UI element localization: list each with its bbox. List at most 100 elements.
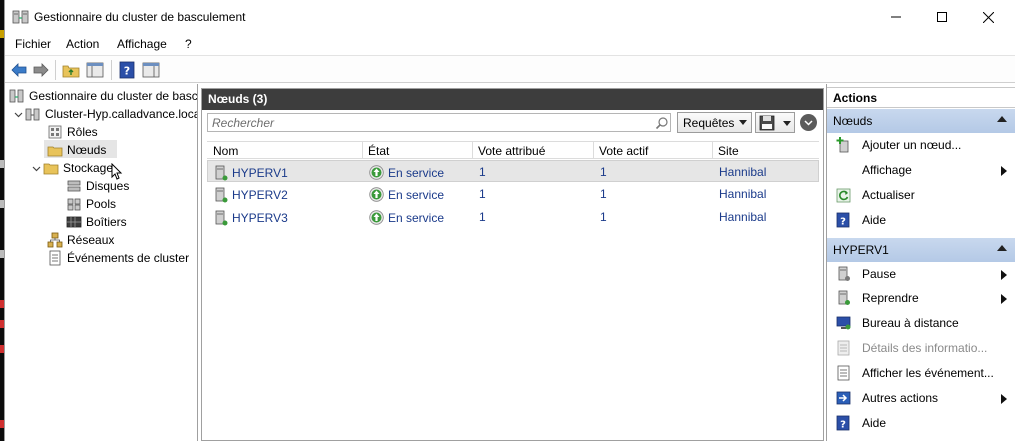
chevron-down-icon	[804, 120, 813, 126]
up-arrow-status-icon	[369, 187, 384, 202]
disks-icon	[67, 180, 81, 192]
queries-label: Requêtes	[683, 115, 735, 130]
column-header-nom[interactable]: Nom	[213, 144, 238, 158]
node-name-cell: HYPERV3	[214, 210, 288, 226]
tree-item-boitiers[interactable]: Boîtiers	[66, 213, 127, 231]
node-state-cell: En service	[369, 187, 444, 202]
show-hide-tree-icon[interactable]	[85, 60, 105, 80]
chevron-right-icon	[1001, 294, 1007, 304]
forward-arrow-icon[interactable]	[31, 60, 51, 80]
app-window: Gestionnaire du cluster de basculement F…	[4, 0, 1015, 441]
close-icon	[982, 11, 994, 23]
storage-folder-icon	[43, 163, 59, 175]
action-autres-actions[interactable]: Autres actions	[827, 386, 1015, 410]
cluster-icon	[25, 108, 40, 121]
tree-item-reseaux[interactable]: Réseaux	[47, 231, 114, 249]
tree-item-evenements[interactable]: Événements de cluster	[47, 249, 189, 267]
action-actualiser[interactable]: Actualiser	[827, 183, 1015, 207]
actions-title: Actions	[827, 87, 1015, 108]
expand-collapse-button[interactable]	[800, 114, 817, 131]
add-node-icon	[836, 137, 849, 153]
chevron-down-icon	[783, 121, 791, 126]
show-hide-action-pane-icon[interactable]	[141, 60, 161, 80]
action-ajouter-noeud[interactable]: Ajouter un nœud...	[827, 133, 1015, 157]
networks-icon	[47, 232, 63, 248]
column-header-site[interactable]: Site	[718, 144, 739, 158]
back-arrow-icon[interactable]	[9, 60, 29, 80]
tree-label: Réseaux	[67, 233, 115, 247]
column-header-etat[interactable]: État	[368, 144, 389, 158]
save-query-button[interactable]	[755, 112, 795, 133]
pane-title: Nœuds (3)	[202, 89, 823, 110]
help-icon: ?	[836, 415, 850, 431]
server-node-icon	[215, 210, 228, 226]
table-row[interactable]: HYPERV2 En service 1 1 Hannibal	[207, 183, 819, 205]
chevron-down-icon[interactable]	[11, 107, 25, 121]
search-box[interactable]	[207, 113, 671, 132]
action-pause[interactable]: Pause	[827, 262, 1015, 286]
menu-fichier[interactable]: Fichier	[15, 37, 51, 51]
tree-label: Cluster-Hyp.calladvance.local	[45, 107, 198, 121]
tree-label: Gestionnaire du cluster de basculement	[29, 89, 198, 103]
action-aide-node[interactable]: ? Aide	[827, 411, 1015, 435]
svg-text:?: ?	[840, 420, 846, 431]
server-node-icon	[215, 187, 228, 203]
table-row[interactable]: HYPERV1 En service 1 1 Hannibal	[207, 160, 819, 182]
vote-assigned-cell: 1	[479, 187, 486, 201]
tree-label: Nœuds	[67, 143, 107, 157]
maximize-button[interactable]	[919, 0, 965, 34]
tree-item-disques[interactable]: Disques	[66, 177, 129, 195]
window-title: Gestionnaire du cluster de basculement	[34, 10, 246, 24]
help-icon: ?	[836, 212, 850, 228]
collapse-up-icon[interactable]	[997, 245, 1007, 251]
menu-help[interactable]: ?	[185, 37, 192, 51]
search-icon[interactable]	[655, 116, 669, 130]
up-folder-icon[interactable]	[61, 60, 81, 80]
tree-item-noeuds[interactable]: Nœuds	[47, 141, 106, 159]
site-cell: Hannibal	[719, 165, 767, 179]
tree-label: Boîtiers	[86, 215, 127, 229]
events-log-icon	[837, 365, 850, 381]
tree-item-root[interactable]: Gestionnaire du cluster de basculement	[9, 87, 198, 105]
search-input[interactable]	[212, 116, 642, 130]
table-header: Nom État Vote attribué Vote actif Site	[207, 141, 819, 159]
tree-label: Rôles	[67, 125, 98, 139]
action-reprendre[interactable]: Reprendre	[827, 286, 1015, 310]
close-button[interactable]	[965, 0, 1011, 34]
cluster-manager-icon	[9, 89, 24, 103]
node-state-cell: En service	[369, 210, 444, 225]
actions-section-noeuds[interactable]: Nœuds	[827, 109, 1015, 133]
chevron-down-icon[interactable]	[29, 161, 43, 175]
tree-item-cluster[interactable]: Cluster-Hyp.calladvance.local	[11, 105, 198, 123]
column-header-vote-attribue[interactable]: Vote attribué	[478, 144, 545, 158]
up-arrow-status-icon	[369, 165, 384, 180]
action-afficher-evenements[interactable]: Afficher les événement...	[827, 361, 1015, 385]
vote-active-cell: 1	[600, 165, 607, 179]
nodes-icon	[47, 146, 63, 157]
actions-section-hyperv1[interactable]: HYPERV1	[827, 238, 1015, 262]
site-cell: Hannibal	[719, 210, 767, 224]
tree-item-roles[interactable]: Rôles	[47, 123, 98, 141]
tree-label: Stockage	[63, 161, 114, 175]
help-icon[interactable]: ?	[117, 60, 137, 80]
collapse-up-icon[interactable]	[997, 116, 1007, 122]
title-bar: Gestionnaire du cluster de basculement	[5, 0, 1015, 34]
minimize-button[interactable]	[873, 0, 919, 34]
cluster-manager-icon	[12, 10, 29, 24]
svg-text:?: ?	[124, 65, 130, 78]
action-affichage[interactable]: Affichage	[827, 158, 1015, 182]
action-aide[interactable]: ? Aide	[827, 208, 1015, 232]
column-header-vote-actif[interactable]: Vote actif	[599, 144, 648, 158]
tree-item-pools[interactable]: Pools	[66, 195, 116, 213]
queries-button[interactable]: Requêtes	[677, 112, 752, 133]
menu-action[interactable]: Action	[66, 37, 99, 51]
tree-item-stockage[interactable]: Stockage	[29, 159, 123, 180]
action-bureau-distance[interactable]: Bureau à distance	[827, 311, 1015, 335]
enclosures-icon	[66, 216, 82, 228]
save-icon	[759, 115, 775, 131]
remote-desktop-icon	[836, 316, 851, 330]
menu-affichage[interactable]: Affichage	[117, 37, 167, 51]
tree-label: Pools	[86, 197, 117, 211]
node-state-cell: En service	[369, 165, 444, 180]
table-row[interactable]: HYPERV3 En service 1 1 Hannibal	[207, 206, 819, 228]
